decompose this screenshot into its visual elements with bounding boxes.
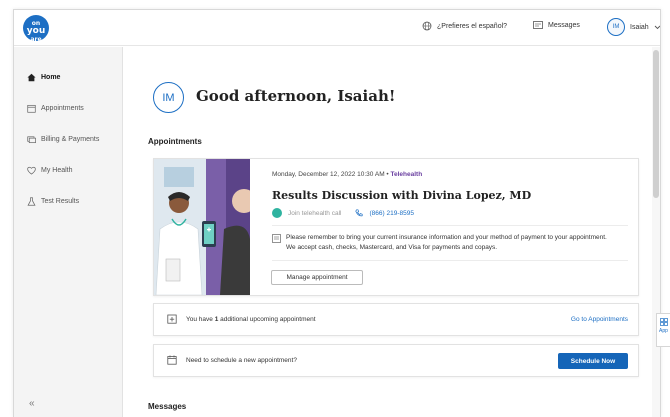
appointment-card: Monday, December 12, 2022 10:30 AM • Tel… — [153, 158, 639, 296]
greeting-avatar: IM — [153, 82, 184, 113]
sidebar-item-appointments[interactable]: Appointments — [27, 104, 84, 113]
upcoming-text: You have 1 additional upcoming appointme… — [186, 316, 316, 323]
add-calendar-icon — [167, 314, 177, 324]
sidebar-item-label: Test Results — [41, 198, 80, 205]
sidebar-item-billing[interactable]: Billing & Payments — [27, 135, 99, 144]
info-note-icon — [272, 234, 281, 243]
messages-link[interactable]: Messages — [533, 21, 580, 30]
appointment-actions: Join telehealth call (866) 219-8595 — [272, 208, 414, 218]
billing-icon — [27, 136, 36, 144]
appointment-title: Results Discussion with Divina Lopez, MD — [272, 189, 532, 202]
phone-icon — [355, 209, 364, 217]
upcoming-appointments-row: You have 1 additional upcoming appointme… — [153, 303, 639, 336]
phone-number-link[interactable]: (866) 219-8595 — [369, 210, 413, 217]
grid-icon — [659, 318, 668, 326]
sidebar: Home Appointments Billing & Payments My … — [14, 47, 123, 417]
user-menu[interactable]: IM Isaiah — [607, 18, 660, 36]
calendar-icon — [27, 104, 36, 113]
heart-icon — [27, 166, 36, 175]
scrollbar-thumb[interactable] — [653, 50, 659, 198]
logo-text-main: you — [26, 26, 46, 36]
calendar-icon — [167, 355, 177, 365]
main-content: IM Good afternoon, Isaiah! Appointments — [124, 47, 660, 417]
user-name: Isaiah — [630, 23, 649, 31]
upcoming-suffix: additional upcoming appointment — [218, 316, 316, 323]
video-icon — [272, 208, 282, 218]
collapse-sidebar-button[interactable]: « — [29, 398, 35, 409]
language-toggle[interactable]: ¿Prefieres el español? — [422, 21, 507, 31]
schedule-now-button[interactable]: Schedule Now — [558, 353, 628, 369]
schedule-text: Need to schedule a new appointment? — [186, 357, 297, 364]
card-divider — [272, 225, 628, 226]
chevron-down-icon — [654, 25, 660, 29]
appointment-note-text: Please remember to bring your current in… — [286, 234, 607, 251]
user-avatar: IM — [607, 18, 625, 36]
appointment-note: Please remember to bring your current in… — [272, 233, 612, 253]
sidebar-item-test-results[interactable]: Test Results — [27, 197, 79, 206]
appointments-section-title: Appointments — [148, 137, 202, 146]
app-window: on you are ¿Prefieres el español? Messag… — [13, 9, 661, 417]
globe-icon — [422, 21, 432, 31]
appointment-type: Telehealth — [390, 171, 423, 178]
upcoming-prefix: You have — [186, 316, 215, 323]
brand-logo[interactable]: on you are — [23, 15, 49, 43]
top-header: on you are ¿Prefieres el español? Messag… — [14, 10, 660, 46]
floating-tab-label: App — [659, 328, 668, 334]
floating-app-tab[interactable]: App — [656, 313, 670, 347]
sidebar-item-label: Home — [41, 74, 61, 81]
appointment-datetime: Monday, December 12, 2022 10:30 AM • Tel… — [272, 171, 422, 178]
schedule-appointment-row: Need to schedule a new appointment? Sche… — [153, 344, 639, 377]
go-to-appointments-link[interactable]: Go to Appointments — [571, 316, 628, 323]
page-title: Good afternoon, Isaiah! — [196, 87, 396, 105]
message-icon — [533, 21, 543, 29]
join-telehealth-link[interactable]: Join telehealth call — [288, 210, 341, 217]
home-icon — [27, 73, 36, 82]
sidebar-item-label: Billing & Payments — [41, 136, 100, 143]
language-label: ¿Prefieres el español? — [437, 22, 508, 30]
manage-appointment-button[interactable]: Manage appointment — [271, 270, 363, 285]
sidebar-item-home[interactable]: Home — [27, 73, 60, 82]
sidebar-item-my-health[interactable]: My Health — [27, 166, 73, 175]
appointment-date: Monday, December 12, 2022 10:30 AM — [272, 171, 385, 178]
logo-text-bottom: are — [30, 36, 42, 43]
messages-section-title: Messages — [148, 402, 187, 411]
flask-icon — [27, 197, 36, 206]
card-divider — [272, 260, 628, 261]
messages-label: Messages — [548, 22, 580, 29]
sidebar-item-label: Appointments — [41, 105, 84, 112]
sidebar-item-label: My Health — [41, 167, 73, 174]
appointment-illustration — [154, 159, 250, 295]
